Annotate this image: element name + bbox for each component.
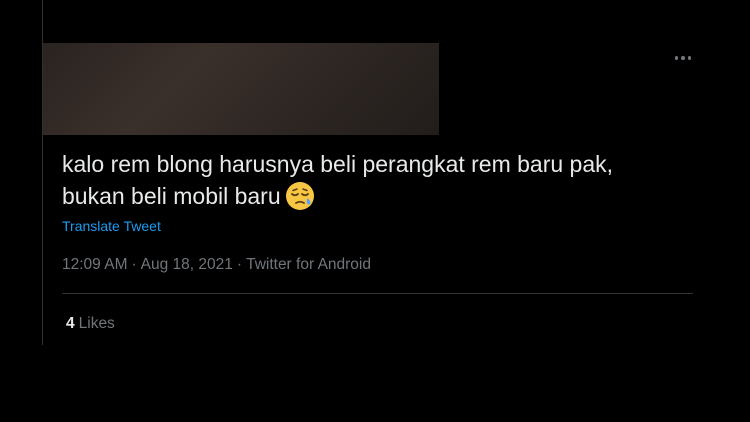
translate-tweet-link[interactable]: Translate Tweet (62, 218, 161, 234)
tweet-source-link[interactable]: Twitter for Android (246, 256, 371, 273)
divider (62, 293, 693, 294)
likes-count: 4 (66, 315, 75, 332)
tweet-card: kalo rem blong harusnya beli perangkat r… (42, 0, 750, 345)
tweet-text: kalo rem blong harusnya beli perangkat r… (62, 148, 702, 219)
more-horizontal-icon-dot-2 (681, 56, 685, 60)
tweet-date[interactable]: Aug 18, 2021 (141, 256, 233, 273)
likes-label: Likes (78, 315, 115, 332)
meta-separator: · (131, 256, 137, 273)
tweet-text-line-1: kalo rem blong harusnya beli perangkat r… (62, 151, 614, 177)
tweet-text-line-2: bukan beli mobil baru (62, 180, 702, 219)
tweet-text-line-2-text: bukan beli mobil baru (62, 183, 281, 209)
more-options-button[interactable] (671, 48, 695, 68)
more-horizontal-icon (674, 56, 679, 60)
redacted-author-header (43, 43, 439, 135)
more-horizontal-icon-dot-3 (687, 56, 692, 60)
sad-relieved-face-emoji-icon (285, 181, 315, 219)
likes-link[interactable]: 4 Likes (66, 315, 115, 333)
meta-separator: · (236, 256, 243, 273)
tweet-time[interactable]: 12:09 AM (62, 256, 128, 273)
tweet-meta: 12:09 AM · Aug 18, 2021 · Twitter for Androi… (62, 256, 371, 274)
